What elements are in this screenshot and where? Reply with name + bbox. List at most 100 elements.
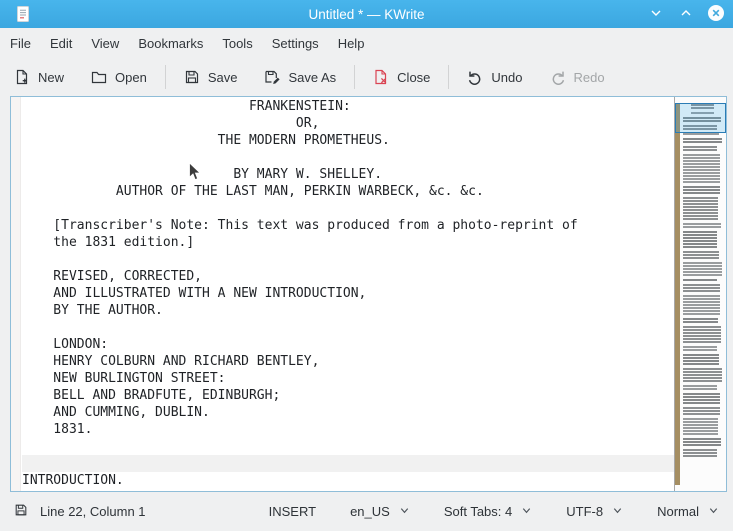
mouse-cursor xyxy=(188,162,202,185)
minimap-paragraph xyxy=(683,279,718,281)
minimap-paragraph xyxy=(683,418,719,435)
close-window-button[interactable] xyxy=(707,4,725,23)
save-as-button[interactable]: Save As xyxy=(264,69,336,85)
kwrite-window: Untitled * — KWrite File Edit View Bookm… xyxy=(0,0,733,531)
titlebar: Untitled * — KWrite xyxy=(0,0,733,28)
minimap-paragraph xyxy=(683,231,717,248)
chevron-down-icon xyxy=(399,504,410,519)
minimap-paragraph xyxy=(683,368,722,382)
minimize-button[interactable] xyxy=(647,5,665,23)
text-line: AND CUMMING, DUBLIN. xyxy=(22,405,210,420)
minimap-paragraph xyxy=(683,407,720,415)
text-line: AUTHOR OF THE LAST MAN, PERKIN WARBECK, … xyxy=(22,184,484,199)
dictionary-value: en_US xyxy=(350,504,390,519)
menu-item-settings[interactable]: Settings xyxy=(272,36,319,51)
window-title: Untitled * — KWrite xyxy=(308,6,425,22)
minimap-paragraph xyxy=(683,346,717,351)
chevron-up-icon xyxy=(677,4,695,25)
undo-button[interactable]: Undo xyxy=(467,69,523,85)
toolbar-button-label: Close xyxy=(397,69,431,85)
toolbar: New Open Save Save As Close Undo Redo xyxy=(0,58,733,96)
chevron-down-icon xyxy=(521,504,532,519)
text-line: REVISED, CORRECTED, xyxy=(22,269,203,284)
menu-item-view[interactable]: View xyxy=(91,36,119,51)
close-document-icon xyxy=(373,69,389,85)
text-line: INTRODUCTION. xyxy=(22,473,124,488)
modified-lines-marker xyxy=(675,104,680,485)
maximize-button[interactable] xyxy=(677,5,695,23)
toolbar-button-label: Save As xyxy=(288,69,337,85)
minimap-paragraph xyxy=(683,197,719,220)
new-document-icon xyxy=(14,69,30,85)
chevron-down-icon xyxy=(708,504,719,519)
text-line xyxy=(22,200,674,217)
minimap-paragraph xyxy=(683,393,721,404)
text-line: FRANKENSTEIN: xyxy=(22,99,351,114)
text-line: BELL AND BRADFUTE, EDINBURGH; xyxy=(22,388,281,403)
redo-button[interactable]: Redo xyxy=(550,69,605,85)
toolbar-button-label: Open xyxy=(115,69,147,85)
undo-icon xyxy=(467,69,483,85)
menu-item-tools[interactable]: Tools xyxy=(222,36,252,51)
text-line xyxy=(22,319,674,336)
menu-item-help[interactable]: Help xyxy=(338,36,365,51)
modified-floppy-icon xyxy=(14,503,28,520)
toolbar-button-label: Redo xyxy=(573,69,605,85)
save-icon xyxy=(184,69,200,85)
minimap-paragraph xyxy=(683,326,721,343)
text-editing-area[interactable]: FRANKENSTEIN: OR, THE MODERN PROMETHEUS.… xyxy=(22,98,674,491)
menu-item-bookmarks[interactable]: Bookmarks xyxy=(138,36,203,51)
input-mode-status[interactable]: INSERT xyxy=(269,504,316,519)
text-line: 1831. xyxy=(22,422,93,437)
current-line xyxy=(22,455,674,472)
minimap-scrollbar[interactable] xyxy=(674,97,726,491)
toolbar-button-label: New xyxy=(38,69,65,85)
minimap-paragraph xyxy=(683,438,721,446)
toolbar-separator xyxy=(448,65,450,89)
chevron-down-icon xyxy=(612,504,623,519)
minimap-paragraph xyxy=(683,154,721,183)
editor-frame: FRANKENSTEIN: OR, THE MODERN PROMETHEUS.… xyxy=(10,96,727,492)
toolbar-separator xyxy=(354,65,356,89)
open-button[interactable]: Open xyxy=(91,69,147,85)
tab-settings-dropdown[interactable]: Soft Tabs: 4 xyxy=(444,504,532,519)
save-button[interactable]: Save xyxy=(184,69,238,85)
save-as-icon xyxy=(264,69,281,85)
minimap-paragraph xyxy=(683,354,719,365)
text-line: OR, xyxy=(22,116,320,131)
icon-border xyxy=(11,97,21,491)
text-line: THE MODERN PROMETHEUS. xyxy=(22,133,390,148)
toolbar-button-label: Save xyxy=(207,69,238,85)
tab-mode-value: Soft Tabs: 4 xyxy=(443,504,513,519)
dictionary-dropdown[interactable]: en_US xyxy=(350,504,410,519)
text-line xyxy=(22,251,674,268)
open-folder-icon xyxy=(91,69,107,85)
toolbar-button-label: Undo xyxy=(491,69,523,85)
text-line xyxy=(22,438,674,455)
syntax-mode-value: Normal xyxy=(657,504,699,519)
menu-item-edit[interactable]: Edit xyxy=(50,36,72,51)
cursor-position-status[interactable]: Line 22, Column 1 xyxy=(40,504,146,519)
encoding-value: UTF-8 xyxy=(566,504,604,519)
new-button[interactable]: New xyxy=(14,69,64,85)
minimap-paragraph xyxy=(683,146,718,151)
syntax-mode-dropdown[interactable]: Normal xyxy=(657,504,719,519)
chevron-down-icon xyxy=(647,4,665,25)
toolbar-separator xyxy=(164,65,166,89)
statusbar: Line 22, Column 1 INSERT en_US Soft Tabs… xyxy=(0,492,733,531)
encoding-dropdown[interactable]: UTF-8 xyxy=(566,504,623,519)
minimap-paragraph xyxy=(683,449,717,457)
menu-item-file[interactable]: File xyxy=(10,36,31,51)
text-line: [Transcriber's Note: This text was produ… xyxy=(22,218,578,233)
text-line: NEW BURLINGTON STREET: xyxy=(22,371,226,386)
close-button[interactable]: Close xyxy=(373,69,430,85)
minimap-paragraph xyxy=(683,133,719,135)
text-line: AND ILLUSTRATED WITH A NEW INTRODUCTION, xyxy=(22,286,367,301)
text-line: LONDON: xyxy=(22,337,109,352)
minimap-viewport[interactable] xyxy=(675,103,726,133)
text-line: the 1831 edition.] xyxy=(22,235,195,250)
minimap-paragraph xyxy=(683,385,718,390)
minimap-text xyxy=(683,104,722,460)
minimap-paragraph xyxy=(683,186,720,194)
minimap-paragraph xyxy=(683,295,720,315)
